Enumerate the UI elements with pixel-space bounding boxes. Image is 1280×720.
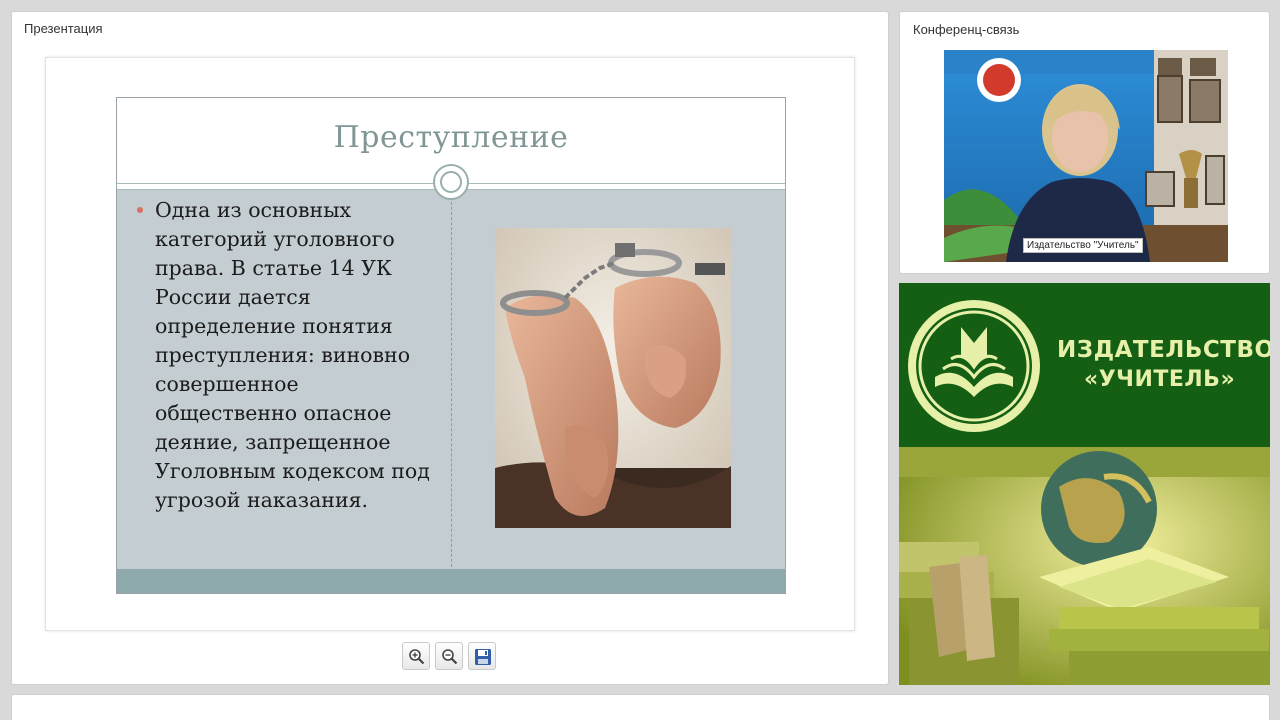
slide-footer-bar [117,569,785,593]
slide-body-text: Одна из основных категорий уголовного пр… [155,198,430,512]
presentation-toolbar [402,642,502,672]
slide-column-divider [451,202,452,572]
presentation-panel-title: Презентация [24,21,103,36]
bullet-icon [137,207,143,213]
conference-panel: Конференц-связь Издательство "Учитель" [899,11,1270,274]
slide-viewport: Преступление Одна из основных категорий … [45,57,855,631]
publisher-banner: ИЗДАТЕЛЬСТВО «УЧИТЕЛЬ» [899,283,1270,685]
save-button[interactable] [468,642,496,670]
zoom-out-button[interactable] [435,642,463,670]
slide-title: Преступление [333,120,569,155]
publisher-name-line2: «УЧИТЕЛЬ» [1084,367,1236,392]
publisher-logo-icon [905,297,1043,435]
presentation-panel: Презентация Преступление Одна из основны… [11,11,889,685]
zoom-in-button[interactable] [402,642,430,670]
webcam-video[interactable]: Издательство "Учитель" [944,50,1228,262]
publisher-name-line1: ИЗДАТЕЛЬСТВО [1057,337,1270,363]
slide: Преступление Одна из основных категорий … [116,97,786,594]
slide-ornament-circle [433,164,469,200]
conference-panel-title: Конференц-связь [913,22,1020,37]
participant-name-label: Издательство "Учитель" [1023,238,1143,253]
books-and-globe-image [899,447,1270,685]
publisher-banner-header: ИЗДАТЕЛЬСТВО «УЧИТЕЛЬ» [899,283,1270,447]
handcuffed-hands-photo [495,228,731,528]
bottom-panel [11,694,1270,720]
